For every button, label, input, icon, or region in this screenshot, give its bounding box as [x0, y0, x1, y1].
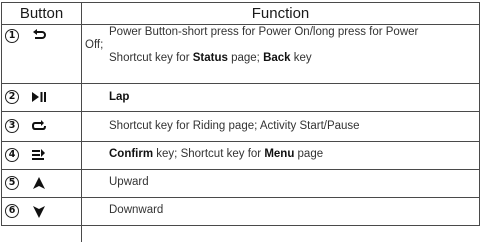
up-triangle-icon	[31, 176, 47, 190]
back-arrow-icon	[31, 29, 47, 43]
function-text: Confirm key; Shortcut key for Menu page	[109, 148, 324, 160]
header-button: Button	[19, 5, 64, 22]
row-divider	[1, 225, 480, 226]
function-text: Shortcut key for Riding page; Activity S…	[109, 120, 360, 132]
row-number-badge: 4	[5, 148, 19, 162]
row-number-badge: 3	[5, 119, 19, 133]
play-pause-icon	[31, 90, 47, 104]
menu-confirm-icon	[31, 148, 47, 162]
row-divider	[1, 197, 480, 198]
row-number-badge: 6	[5, 204, 19, 218]
header-divider	[1, 24, 480, 25]
function-text: Lap	[109, 91, 130, 103]
row-divider	[1, 169, 480, 170]
row-divider	[1, 83, 480, 84]
function-text: Power Button-short press for Power On/lo…	[85, 26, 419, 64]
row-divider	[1, 111, 480, 112]
row-divider	[1, 141, 480, 142]
table-left-border	[1, 2, 2, 226]
column-divider	[81, 2, 82, 242]
function-text: Upward	[109, 176, 149, 188]
loop-icon	[31, 119, 47, 133]
down-triangle-icon	[31, 205, 47, 219]
table-right-border	[479, 2, 480, 226]
function-text: Downward	[109, 204, 164, 216]
button-function-table: Button Function 1 Power Button-short pre…	[1, 2, 480, 242]
row-number-badge: 1	[5, 29, 19, 43]
header-function: Function	[251, 5, 310, 22]
table-top-border	[1, 2, 480, 3]
row-number-badge: 2	[5, 90, 19, 104]
row-number-badge: 5	[5, 176, 19, 190]
